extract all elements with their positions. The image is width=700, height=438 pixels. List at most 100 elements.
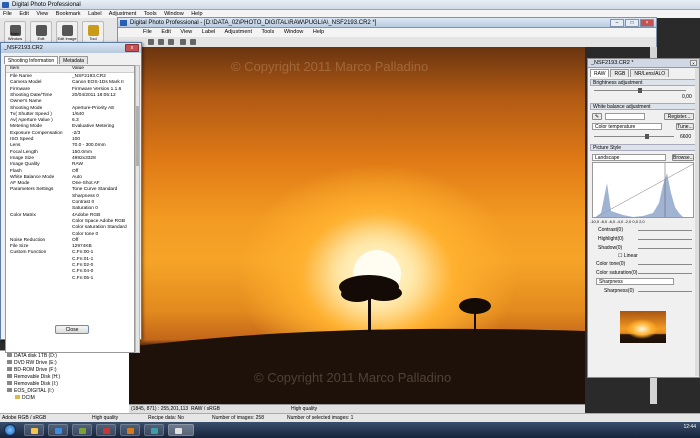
toolbar-tool-icon[interactable] — [190, 39, 196, 45]
w2-menu-file[interactable]: File — [143, 29, 152, 35]
tool-palette-scrollbar[interactable] — [695, 68, 699, 376]
table-row[interactable]: Camera Model Canon EOS-1Ds Mark II — [6, 80, 134, 86]
table-row[interactable]: Firmware Firmware Version 1.1.6 — [6, 87, 134, 93]
table-row[interactable]: Tv( Shutter Speed ) 1/640 — [6, 112, 134, 118]
table-row[interactable]: C.Fn:04-0 — [6, 269, 134, 275]
table-row[interactable]: Noise Reduction Off — [6, 238, 134, 244]
tab-raw[interactable]: RAW — [590, 69, 610, 77]
taskbar-app[interactable] — [120, 424, 140, 436]
table-row[interactable]: ISO Speed 100 — [6, 137, 134, 143]
close-window-button[interactable]: × — [640, 19, 654, 27]
toolbar-tool-icon[interactable] — [168, 39, 174, 45]
minimize-button[interactable]: – — [610, 19, 624, 27]
w2-menu-window[interactable]: Window — [284, 29, 304, 35]
toolbar-tool-icon[interactable] — [180, 39, 186, 45]
tree-item-dvd[interactable]: DVD RW Drive (E:) — [7, 360, 57, 366]
tree-item-removable-h[interactable]: Removable Disk (H:) — [7, 374, 60, 380]
table-row[interactable]: Image Size 4992x3328 — [6, 156, 134, 162]
table-row[interactable]: Metering Mode Evaluative Metering — [6, 124, 134, 130]
taskbar-app[interactable] — [144, 424, 164, 436]
table-row[interactable]: Contrast 0 — [6, 200, 134, 206]
main-window-button[interactable]: Main Window — [4, 21, 26, 43]
menu-edit[interactable]: Edit — [19, 11, 28, 17]
color-tone-slider[interactable] — [638, 264, 692, 265]
table-row[interactable]: Lens 70.0 - 300.0mm — [6, 143, 134, 149]
wb-shot-select[interactable] — [605, 113, 645, 120]
wb-mode-select[interactable]: Color temperature — [592, 123, 662, 130]
table-row[interactable]: Color Matrix 4Adobe RGB — [6, 213, 134, 219]
scroll-thumb[interactable] — [136, 106, 139, 166]
table-row[interactable]: Exposure Compensation -2/3 — [6, 131, 134, 137]
dialog-scrollbar[interactable] — [135, 65, 140, 353]
table-row[interactable]: Custom Function C.Fn:00-1 — [6, 250, 134, 256]
menu-view[interactable]: View — [36, 11, 48, 17]
table-row[interactable]: White Balance Mode Auto — [6, 175, 134, 181]
color-temp-slider[interactable] — [594, 136, 674, 137]
tool-palette-close-button[interactable]: × — [690, 60, 697, 66]
toolbar-tool-icon[interactable] — [148, 39, 154, 45]
sharpness-slider[interactable] — [638, 291, 692, 292]
edit-button[interactable]: Edit — [30, 21, 52, 43]
maximize-button[interactable]: □ — [625, 19, 639, 27]
table-row[interactable]: Image Quality RAW — [6, 162, 134, 168]
taskbar-app[interactable] — [96, 424, 116, 436]
tune-button[interactable]: Tune... — [676, 123, 694, 130]
edit-image-button[interactable]: Edit Image — [56, 21, 78, 43]
dialog-close-x-button[interactable]: x — [125, 44, 139, 52]
taskbar-app-dpp[interactable] — [168, 424, 194, 436]
clock[interactable]: 12:44 — [683, 424, 696, 430]
table-row[interactable]: Color saturation Standard — [6, 225, 134, 231]
register-button[interactable]: Register... — [664, 113, 694, 120]
w2-menu-edit[interactable]: Edit — [161, 29, 170, 35]
w2-menu-help[interactable]: Help — [313, 29, 324, 35]
menu-label[interactable]: Label — [88, 11, 101, 17]
w2-menu-adjustment[interactable]: Adjustment — [224, 29, 252, 35]
tone-curve-histogram[interactable] — [592, 162, 694, 218]
close-button[interactable]: Close — [55, 325, 89, 334]
color-saturation-slider[interactable] — [638, 273, 692, 274]
table-row[interactable]: Saturation 0 — [6, 206, 134, 212]
tool-button[interactable]: Tool — [82, 21, 104, 43]
tree-item-dcim[interactable]: DCIM — [15, 395, 35, 401]
menu-bookmark[interactable]: Bookmark — [56, 11, 81, 17]
table-row[interactable]: Shooting Mode Aperture-Priority AE — [6, 106, 134, 112]
tree-item-bd-rom[interactable]: BD-ROM Drive (F:) — [7, 367, 57, 373]
sharpness-mode-select[interactable]: Sharpness — [596, 278, 674, 285]
table-row[interactable]: Sharpness 0 — [6, 194, 134, 200]
table-row[interactable]: Focal Length 150.0mm — [6, 150, 134, 156]
browse-button[interactable]: Browse... — [672, 154, 694, 161]
taskbar-app[interactable] — [48, 424, 68, 436]
w2-menu-view[interactable]: View — [180, 29, 192, 35]
tree-item-removable-i[interactable]: Removable Disk (I:) — [7, 381, 58, 387]
image-canvas[interactable]: © Copyright 2011 Marco Palladino © Copyr… — [129, 47, 585, 404]
shadow-slider[interactable] — [638, 248, 692, 249]
tree-item-eos-digital[interactable]: EOS_DIGITAL (I:) — [7, 388, 54, 394]
table-row[interactable]: C.Fn:02-0 — [6, 263, 134, 269]
eyedropper-button[interactable]: ✎ — [592, 113, 602, 120]
table-row[interactable]: C.Fn:05-1 — [6, 276, 134, 282]
start-button[interactable] — [4, 424, 16, 436]
tab-nr-lens-alo[interactable]: NR/Lens/ALO — [630, 69, 670, 77]
brightness-knob[interactable] — [638, 88, 642, 93]
linear-checkbox[interactable]: ☐ Linear — [618, 253, 638, 259]
tab-shooting-information[interactable]: Shooting Information — [4, 56, 59, 64]
picture-style-select[interactable]: Landscape — [592, 154, 666, 161]
menu-file[interactable]: File — [3, 11, 12, 17]
navigator-thumbnail[interactable] — [620, 311, 666, 343]
table-row[interactable]: Parameters Settings Tone Curve Standard — [6, 187, 134, 193]
tab-rgb[interactable]: RGB — [610, 69, 630, 77]
table-row[interactable]: Color Space Adobe RGB — [6, 219, 134, 225]
tree-item-data-disk[interactable]: DATA disk 1TB (D:) — [7, 353, 57, 359]
table-row[interactable]: Shooting Date/Time 20/04/2011 18:05:12 — [6, 93, 134, 99]
table-row[interactable]: Flash Off — [6, 169, 134, 175]
toolbar-tool-icon[interactable] — [158, 39, 164, 45]
w2-menu-tools[interactable]: Tools — [261, 29, 274, 35]
color-temp-knob[interactable] — [645, 134, 649, 139]
w2-menu-label[interactable]: Label — [202, 29, 215, 35]
contrast-slider[interactable] — [638, 230, 692, 231]
taskbar-app[interactable] — [72, 424, 92, 436]
table-row[interactable]: Owner's Name — [6, 99, 134, 105]
table-row[interactable]: C.Fn:01-1 — [6, 257, 134, 263]
taskbar-app[interactable] — [24, 424, 44, 436]
tab-metadata[interactable]: Metadata — [59, 56, 88, 64]
